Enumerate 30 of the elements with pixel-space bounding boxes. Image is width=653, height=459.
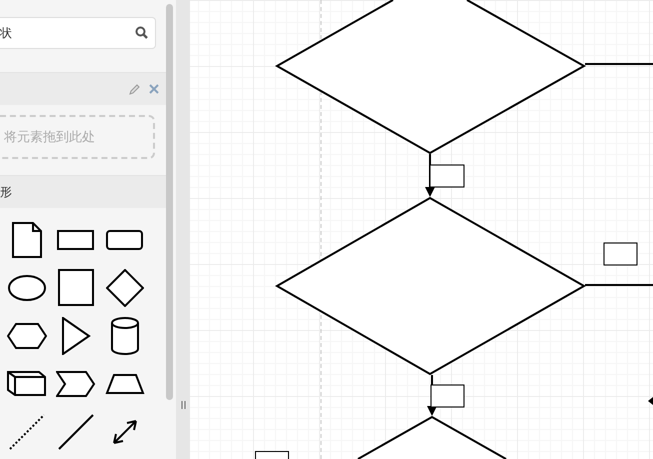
line-icon[interactable] [58,414,94,450]
label-box[interactable] [430,384,464,408]
cylinder-shape-icon[interactable] [110,317,140,355]
cube-shape-icon[interactable] [7,371,47,397]
drop-hint: 将元素拖到此处 [4,129,95,146]
search-icon [135,26,148,39]
decision-diamond[interactable] [274,0,586,154]
resize-handle-icon[interactable] [181,401,186,409]
scrollbar-thumb[interactable] [166,4,173,400]
rounded-rectangle-shape-icon[interactable] [106,229,144,251]
label-box[interactable] [604,242,638,266]
triangle-shape-icon[interactable] [61,317,91,355]
diamond-shape-icon[interactable] [106,269,144,307]
arrowhead [648,397,653,405]
chevron-shape-icon[interactable] [56,371,96,397]
connector-arrow[interactable] [425,154,435,197]
hexagon-shape-icon[interactable] [7,323,47,349]
label-box[interactable] [255,451,289,459]
decision-diamond[interactable] [275,196,586,376]
search-field[interactable]: 状 [0,17,156,49]
shapes-header[interactable]: 形 [0,175,166,208]
square-shape-icon[interactable] [58,269,94,307]
rectangle-shape-icon[interactable] [57,229,95,251]
dotted-line-icon[interactable] [9,414,45,450]
trapezoid-shape-icon[interactable] [105,373,145,395]
document-shape-icon[interactable] [11,221,43,259]
section-title: 形 [0,184,12,200]
label-box[interactable] [430,164,464,188]
ellipse-shape-icon[interactable] [8,275,46,301]
decision-diamond[interactable] [357,416,507,459]
